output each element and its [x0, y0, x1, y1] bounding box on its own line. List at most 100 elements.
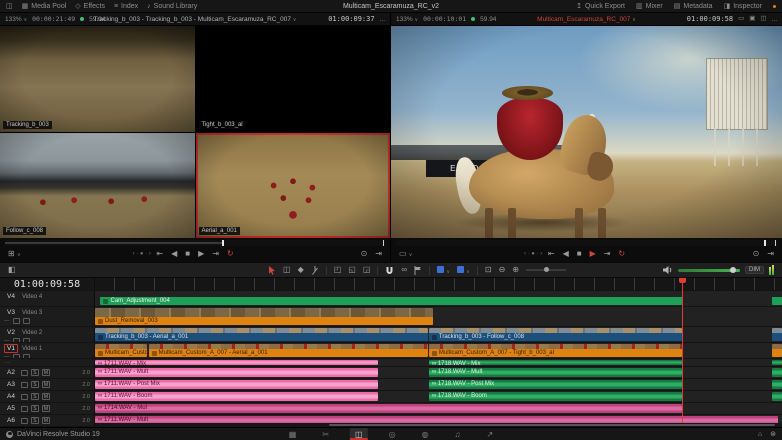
next-edit-icon[interactable]: ⇥	[767, 250, 774, 258]
audio-track-header-a4[interactable]: A4SM2.0	[0, 391, 95, 402]
multicam-angle-Follow_c_008[interactable]: Follow_c_008	[0, 133, 195, 239]
mute-button[interactable]: M	[42, 393, 50, 400]
match-frame-icon[interactable]: ⊙	[361, 250, 368, 258]
effects-button[interactable]: ◇Effects	[75, 3, 105, 10]
record-options-icon[interactable]: ...	[772, 16, 777, 23]
mute-button[interactable]: M	[42, 405, 50, 412]
timeline-clip[interactable]	[772, 380, 782, 389]
stop-button[interactable]: ■	[577, 250, 582, 258]
record-jog-control[interactable]: ‹ · ● · ›	[524, 251, 542, 257]
page-fairlight-icon[interactable]: ♫	[450, 428, 466, 440]
video-lane-v3[interactable]: Dust_Removal_003	[95, 307, 782, 326]
page-media-icon[interactable]: ▦	[284, 428, 302, 440]
page-cut-icon[interactable]: ✂	[317, 428, 334, 440]
step-back-button[interactable]: ◀	[171, 250, 177, 258]
timeline-clip[interactable]: ∞ 1711.WAV - Post Mix	[95, 380, 378, 389]
page-fusion-icon[interactable]: ◎	[384, 428, 401, 440]
zoom-full-extent-icon[interactable]: ⊡	[485, 266, 492, 274]
audio-lane-a5[interactable]: ∞ 1714.WAV - Mul	[95, 403, 782, 414]
audio-lane-a3[interactable]: ∞ 1711.WAV - Post Mix ∞ 1718.WAV - Post M…	[95, 379, 782, 390]
timeline-clip[interactable]: Multicam_Custom_A_007 - Tight_b_003_al	[429, 344, 682, 357]
lock-track-icon[interactable]	[13, 354, 20, 358]
audio-track-header-a2[interactable]: A2SM2.0	[0, 367, 95, 378]
timeline-clip[interactable]: ∞ 1711.WAV - Mult	[95, 368, 378, 377]
timeline-clip[interactable]: Multicam_Custom_A_007 - Aerial_a_001	[149, 344, 428, 357]
multicam-angle-Tracking_b_003[interactable]: Tracking_b_003	[0, 26, 195, 132]
timeline-clip[interactable]: Cam_Adjustment_004	[100, 292, 681, 305]
timeline-zoom-slider[interactable]	[526, 269, 566, 271]
media-pool-button[interactable]: ▦Media Pool	[22, 3, 67, 10]
zoom-out-icon[interactable]: ⊖	[499, 266, 506, 274]
timeline-view-options-icon[interactable]: ◧	[8, 266, 16, 274]
timeline-clip[interactable]	[772, 368, 782, 377]
solo-button[interactable]: S	[31, 405, 39, 412]
timeline-clip[interactable]: ∞ 1718.WAV - Post Mix	[429, 380, 682, 389]
disable-track-icon[interactable]	[23, 338, 30, 342]
step-back-button[interactable]: ◀	[563, 250, 569, 258]
insert-clip-icon[interactable]: ◰	[334, 266, 342, 274]
source-clip-title[interactable]: Tracking_b_003 - Tracking_b_003 - Multic…	[94, 16, 297, 23]
audio-track-header-a5[interactable]: A5SM2.0	[0, 403, 95, 414]
audio-track-header-a1[interactable]: ···	[0, 359, 95, 366]
stop-button[interactable]: ■	[185, 250, 190, 258]
viewer-size-select[interactable]: ▭ ∨	[399, 250, 412, 258]
match-frame-icon[interactable]: ⊙	[753, 250, 760, 258]
video-lane-v4[interactable]: Cam_Adjustment_004	[95, 291, 782, 306]
snapping-icon[interactable]	[385, 266, 394, 275]
lock-track-icon[interactable]	[13, 318, 20, 324]
solo-button[interactable]: S	[31, 417, 39, 424]
source-jog-control[interactable]: ‹ · ● · ›	[133, 251, 151, 257]
audio-lane-a1[interactable]: ∞ 1711.WAV - Mix∞ 1718.WAV - Mix	[95, 359, 782, 366]
timeline-clip[interactable]: ∞ 1718.WAV - Boom	[429, 392, 682, 401]
timeline-clip[interactable]: Dust_Removal_003	[95, 308, 433, 325]
unmix-icon[interactable]: ▭	[738, 16, 744, 23]
video-track-header-v2[interactable]: V2Video 2 —	[0, 327, 95, 342]
user-avatar-icon[interactable]	[6, 431, 13, 438]
goto-first-frame-button[interactable]: ⇤	[156, 250, 163, 258]
timeline-clip[interactable]: ∞ 1718.WAV - Mix	[429, 360, 682, 365]
selection-mode-icon[interactable]	[268, 266, 276, 275]
timeline-clip[interactable]: ∞ 1711.WAV - Boom	[95, 392, 378, 401]
goto-last-frame-button[interactable]: ⇥	[604, 250, 611, 258]
quick-export-button[interactable]: ↥Quick Export	[576, 3, 625, 10]
blade-edit-mode-icon[interactable]	[311, 266, 319, 275]
loop-button[interactable]: ↻	[618, 250, 625, 258]
multicam-angle-Aerial_a_001[interactable]: Aerial_a_001	[196, 133, 391, 239]
project-manager-icon[interactable]: ⌂	[758, 431, 762, 438]
lock-track-icon[interactable]	[21, 394, 28, 400]
dim-button[interactable]: DIM	[745, 266, 764, 274]
lock-track-icon[interactable]	[21, 406, 28, 412]
monitor-volume-slider[interactable]	[678, 269, 740, 272]
timeline-clip[interactable]: ∞ 1714.WAV - Mul	[95, 404, 682, 413]
audio-track-header-a6[interactable]: A6SM2.0	[0, 415, 95, 426]
solo-button[interactable]: S	[31, 369, 39, 376]
index-button[interactable]: ≡Index	[114, 3, 138, 10]
marker-color-select[interactable]: ∨	[457, 266, 470, 275]
video-track-header-v4[interactable]: V4Video 4	[0, 291, 95, 306]
source-zoom-select[interactable]: 133% ∨	[5, 16, 27, 23]
hscroll-thumb[interactable]	[329, 424, 776, 426]
panel-layout-icon[interactable]: ◫	[6, 3, 13, 10]
goto-last-frame-button[interactable]: ⇥	[212, 250, 219, 258]
audio-track-header-a3[interactable]: A3SM2.0	[0, 379, 95, 390]
flag-color-select[interactable]: ∨	[437, 266, 450, 275]
video-lane-v1[interactable]: Multicam_Custom_A_007 - Follow_c_008Mult…	[95, 343, 782, 358]
timeline-title[interactable]: Multicam_Escaramuza_RC_007 ∨	[537, 16, 636, 23]
timeline-clip[interactable]	[772, 344, 782, 357]
timeline-ruler[interactable]	[95, 278, 782, 290]
link-clips-icon[interactable]: ∞	[401, 266, 407, 274]
audio-lane-a4[interactable]: ∞ 1711.WAV - Boom ∞ 1718.WAV - Boom	[95, 391, 782, 402]
overwrite-clip-icon[interactable]: ◱	[348, 266, 356, 274]
timeline-clip[interactable]	[772, 328, 782, 341]
page-deliver-icon[interactable]: ↗	[482, 428, 499, 440]
mute-button[interactable]: M	[42, 369, 50, 376]
goto-first-frame-button[interactable]: ⇤	[548, 250, 555, 258]
auto-select-icon[interactable]: —	[4, 354, 10, 358]
metadata-button[interactable]: ▤Metadata	[674, 3, 713, 10]
loop-button[interactable]: ↻	[227, 250, 234, 258]
lock-track-icon[interactable]	[21, 370, 28, 376]
timeline-clip[interactable]: ∞ 1718.WAV - Mult	[429, 368, 682, 377]
timeline-clip[interactable]	[772, 392, 782, 401]
trim-edit-mode-icon[interactable]: ◫	[283, 266, 291, 274]
next-edit-icon[interactable]: ⇥	[375, 250, 382, 258]
